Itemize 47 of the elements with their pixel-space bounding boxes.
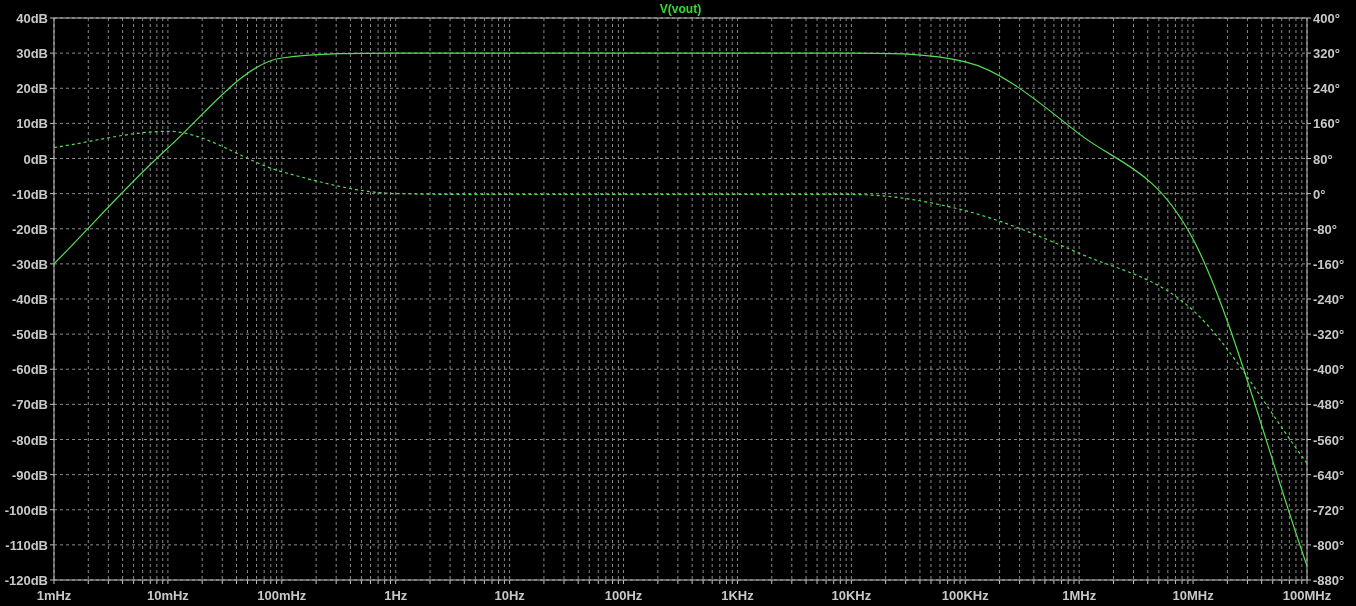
y-axis-label: -10dB	[11, 186, 48, 202]
phase-axis-label: -640°	[1313, 467, 1345, 483]
y-axis-label: 0dB	[23, 151, 48, 167]
y-axis-label: -120dB	[4, 573, 48, 588]
y-axis-label: -90dB	[11, 467, 48, 483]
x-axis-label: 10mHz	[146, 588, 189, 603]
phase-axis-label: -320°	[1313, 327, 1345, 343]
phase-axis-label: 400°	[1313, 11, 1340, 26]
phase-axis-label: -880°	[1313, 573, 1345, 588]
phase-axis-label: 0°	[1313, 186, 1326, 202]
y-axis-label: -80dB	[11, 432, 48, 448]
phase-axis-label: -80°	[1313, 221, 1337, 237]
phase-axis-label: 240°	[1313, 81, 1340, 97]
phase-axis-label: -560°	[1313, 432, 1345, 448]
y-axis-label: -110dB	[5, 537, 48, 553]
phase-axis-label: 160°	[1313, 116, 1340, 132]
y-axis-label: 20dB	[16, 81, 48, 97]
y-axis-label: -20dB	[11, 221, 48, 237]
x-axis-label: 1MHz	[1062, 588, 1097, 603]
y-axis-label: 30dB	[16, 46, 48, 62]
x-axis-label: 1KHz	[721, 588, 754, 603]
y-axis-label: 10dB	[16, 116, 48, 132]
y-axis-label: -100dB	[4, 502, 48, 518]
x-axis-label: 10Hz	[494, 588, 525, 603]
x-axis-label: 100Hz	[604, 588, 643, 603]
phase-axis-label: -400°	[1313, 362, 1345, 378]
phase-axis-label: 80°	[1313, 151, 1333, 167]
x-axis-label: 10MHz	[1172, 588, 1214, 603]
x-axis-label: 10KHz	[831, 588, 872, 603]
x-axis-label: 100MHz	[1282, 588, 1332, 603]
x-axis-label: 1mHz	[36, 588, 72, 603]
phase-axis-label: -160°	[1313, 256, 1345, 272]
phase-axis-label: -240°	[1313, 292, 1345, 307]
phase-axis-label: -480°	[1313, 397, 1345, 413]
phase-axis-label: -800°	[1313, 537, 1345, 553]
y-axis-label: -30dB	[11, 256, 48, 272]
phase-axis-label: 320°	[1313, 46, 1340, 62]
y-axis-label: 40dB	[16, 11, 48, 26]
y-axis-label: -40dB	[11, 292, 48, 307]
y-axis-label: -50dB	[11, 327, 48, 343]
x-axis-label: 100mHz	[257, 588, 307, 603]
phase-axis-label: -720°	[1313, 502, 1345, 518]
x-axis-label: 100KHz	[941, 588, 989, 603]
chart-title: V(vout)	[659, 2, 702, 16]
y-axis-label: -70dB	[11, 397, 48, 413]
y-axis-label: -60dB	[11, 362, 48, 378]
x-axis-label: 1Hz	[384, 588, 408, 603]
